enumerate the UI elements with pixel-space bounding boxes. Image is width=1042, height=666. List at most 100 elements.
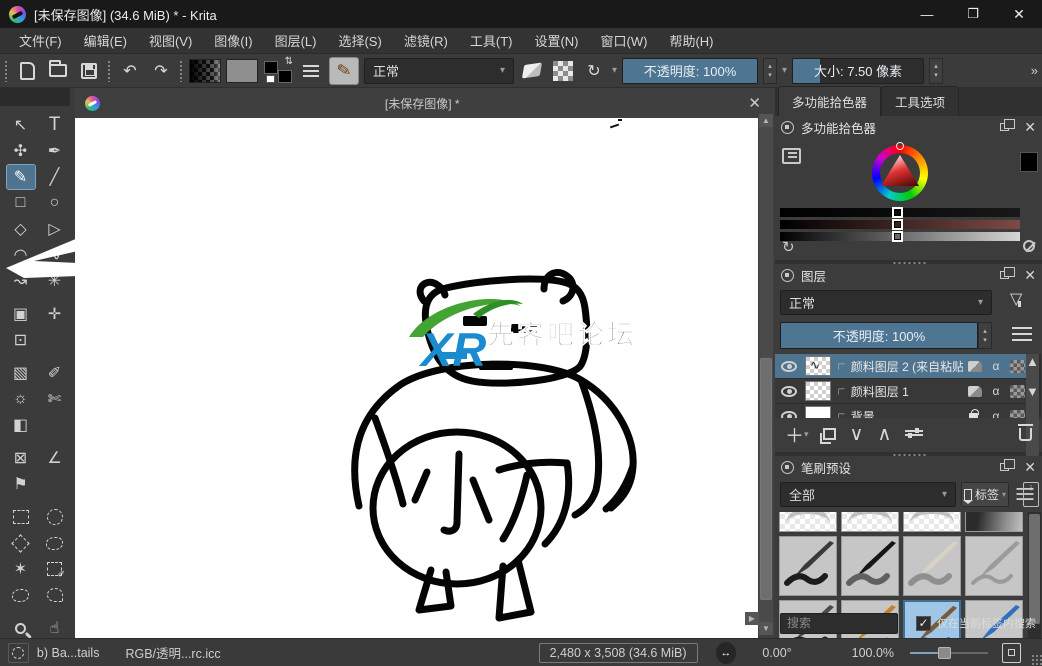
layer-options-icon[interactable] <box>1012 327 1032 341</box>
brush-preset-pen[interactable] <box>965 536 1023 596</box>
tool-transform[interactable]: ▣ <box>6 301 36 327</box>
brush-filter-dropdown[interactable]: 全部 ▾ <box>780 482 956 507</box>
brush-preset-eraser[interactable] <box>841 512 899 532</box>
scroll-right-arrow[interactable]: ▶ <box>745 612 759 625</box>
tool-bezier-curve[interactable]: ◠ <box>6 242 36 268</box>
brush-preset-pen[interactable] <box>841 536 899 596</box>
add-layer-button[interactable]: ＋ ▾ <box>785 421 809 448</box>
tool-polygon[interactable]: ◇ <box>6 216 36 242</box>
tab-advanced-color-selector[interactable]: 多功能拾色器 <box>778 86 882 116</box>
color-history-bar-2[interactable] <box>780 219 1020 230</box>
visibility-eye-icon[interactable] <box>781 360 797 372</box>
docker-lock-icon[interactable] <box>781 120 794 134</box>
tool-freehand-select[interactable] <box>40 530 70 556</box>
duplicate-layer-button[interactable] <box>819 428 836 444</box>
tool-gradient[interactable]: ▧ <box>6 360 36 386</box>
opacity-spinner[interactable]: ▴ ▾ <box>763 57 778 84</box>
tab-tool-options[interactable]: 工具选项 <box>881 86 960 116</box>
background-color-swatch[interactable] <box>278 69 292 83</box>
gradient-chooser[interactable] <box>189 58 221 83</box>
close-docker-icon[interactable]: ✕ <box>1024 120 1036 134</box>
open-document-button[interactable] <box>45 58 71 84</box>
bar-handle[interactable] <box>892 231 903 242</box>
tool-edit-shapes[interactable]: ✣ <box>6 138 36 164</box>
tool-similar-select[interactable]: ✶ <box>6 556 36 582</box>
alpha-channel-icon[interactable] <box>1010 359 1025 373</box>
color-profile-label[interactable]: RGB/透明...rc.icc <box>125 643 220 662</box>
visibility-eye-icon[interactable] <box>781 385 797 397</box>
subwindow-title-bar[interactable]: [未保存图像] * ✕ <box>75 88 775 118</box>
toolbox-header[interactable] <box>0 88 70 106</box>
alpha-lock-icon[interactable]: α <box>987 408 1005 418</box>
color-history-bar-3[interactable] <box>780 231 1020 242</box>
reload-preset-button[interactable]: ↻ <box>581 58 607 84</box>
hue-marker[interactable] <box>896 142 904 150</box>
tags-button[interactable]: 标签 ▾ <box>961 482 1009 507</box>
menu-help[interactable]: 帮助(H) <box>658 27 724 54</box>
toolbar-overflow-button[interactable]: » <box>1031 63 1038 78</box>
brush-preset-eraser[interactable] <box>779 512 837 532</box>
alpha-lock-icon[interactable]: α <box>987 383 1005 399</box>
redo-button[interactable]: ↷ <box>148 58 174 84</box>
layer-opacity-spinner[interactable]: ▴ ▾ <box>978 322 992 349</box>
current-color-swatch[interactable] <box>1020 152 1038 172</box>
menu-tools[interactable]: 工具(T) <box>459 27 524 54</box>
zoom-slider[interactable] <box>910 646 988 660</box>
scroll-thumb[interactable] <box>1029 514 1040 624</box>
tool-reference-images[interactable]: ⚑ <box>6 471 36 497</box>
swap-colors-icon[interactable]: ⇅ <box>285 56 293 67</box>
tool-multibrush[interactable]: ✳ <box>40 268 70 294</box>
menu-edit[interactable]: 编辑(E) <box>73 27 138 54</box>
layer-row-background[interactable]: ∟ 背景 α <box>775 404 1028 418</box>
tool-measure[interactable]: ∠ <box>40 445 70 471</box>
tool-freehand-brush[interactable]: ✎ <box>5 164 36 190</box>
opacity-slider[interactable]: 不透明度: 100% <box>622 57 759 84</box>
layer-locked-icon[interactable] <box>969 408 979 418</box>
docker-lock-icon[interactable] <box>781 460 794 474</box>
layer-row-paint-1[interactable]: ∟ 颜料图层 1 α <box>775 379 1028 404</box>
bar-handle[interactable] <box>892 207 903 218</box>
menu-window[interactable]: 窗口(W) <box>590 27 659 54</box>
color-triangle[interactable] <box>881 155 919 186</box>
canvas[interactable]: XR 先客吧论坛 <box>75 118 758 638</box>
layer-list-scrollbar[interactable]: ▲ ▼ <box>1026 354 1041 666</box>
minimize-button[interactable]: — <box>904 0 950 28</box>
brush-size-slider[interactable]: 大小: 7.50 像素 <box>792 57 925 84</box>
subwindow-close-icon[interactable]: ✕ <box>744 94 765 112</box>
new-document-button[interactable] <box>14 58 40 84</box>
brush-presets-popup-button[interactable] <box>298 58 324 84</box>
pattern-chooser[interactable] <box>226 58 258 83</box>
close-docker-icon[interactable]: ✕ <box>1024 460 1036 474</box>
eraser-mode-button[interactable] <box>519 58 545 84</box>
tool-move[interactable]: ✛ <box>40 301 70 327</box>
tool-ellipse[interactable]: ○ <box>40 190 70 216</box>
menu-select[interactable]: 选择(S) <box>327 27 392 54</box>
brush-view-mode-button[interactable]: ⁝ <box>1023 482 1039 507</box>
alpha-channel-icon[interactable] <box>1010 384 1025 398</box>
float-docker-icon[interactable] <box>1000 267 1016 279</box>
reset-colors-swatch[interactable] <box>266 74 275 83</box>
menu-image[interactable]: 图像(I) <box>203 27 263 54</box>
color-history-bar-1[interactable] <box>780 207 1020 218</box>
foreground-color-swatch[interactable] <box>264 60 278 74</box>
size-spinner[interactable]: ▴ ▾ <box>929 57 944 84</box>
current-brush-name[interactable]: b) Ba...tails <box>37 646 100 660</box>
tool-pick-select[interactable] <box>40 556 70 582</box>
menu-settings[interactable]: 设置(N) <box>523 27 589 54</box>
tool-magnetic-select[interactable] <box>40 582 70 608</box>
alpha-lock-icon[interactable]: α <box>987 358 1005 374</box>
tool-rect-select[interactable] <box>6 504 36 530</box>
inherit-alpha-icon[interactable] <box>968 385 982 397</box>
tool-fill[interactable]: ◧ <box>6 412 36 438</box>
tool-dynamic-brush[interactable]: ↝ <box>6 268 36 294</box>
memory-gauge-icon[interactable]: ↔ <box>715 641 737 664</box>
canvas-vertical-scrollbar[interactable]: ▲ ▼ <box>759 114 773 635</box>
inherit-alpha-icon[interactable] <box>968 360 982 372</box>
tool-calligraphy[interactable]: ✒ <box>40 138 70 164</box>
tool-text[interactable]: T <box>40 112 70 138</box>
window-resize-grip[interactable] <box>1030 654 1042 666</box>
tool-pointer[interactable]: ↖ <box>6 112 36 138</box>
menu-filter[interactable]: 滤镜(R) <box>393 27 459 54</box>
toolbar-drag-handle[interactable] <box>179 59 184 82</box>
canvas-rotation-value[interactable]: 0.00° <box>762 646 791 660</box>
